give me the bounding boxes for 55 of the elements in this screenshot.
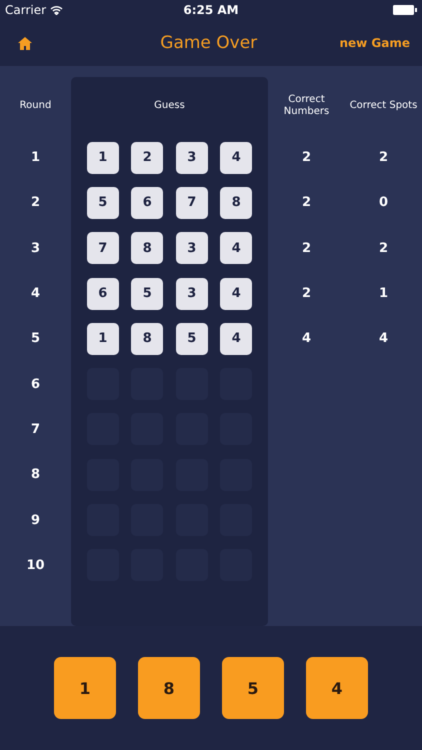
screen-title: Game Over [160, 33, 258, 53]
answer-tile: 5 [222, 657, 284, 719]
carrier-label: Carrier [5, 3, 46, 17]
round-number: 10 [26, 558, 45, 573]
round-number: 1 [30, 150, 40, 166]
home-icon[interactable] [18, 36, 32, 50]
guess-tile: 4 [220, 232, 252, 264]
round-number: 3 [30, 240, 40, 256]
column-header: Correct Numbers [282, 94, 330, 118]
guess-tile: 5 [176, 322, 208, 355]
guess-tile: 7 [176, 186, 208, 219]
guess-tile: 5 [131, 278, 164, 310]
answer-tile: 1 [54, 657, 116, 719]
column-header: Correct Spots [350, 100, 418, 112]
guess-tile: 5 [86, 186, 119, 219]
new-game-button[interactable]: new Game [339, 36, 410, 50]
guess-tile: 6 [131, 186, 164, 219]
round-number: 5 [30, 331, 40, 346]
round-number: 4 [30, 286, 40, 302]
correct-spots-count: 4 [378, 331, 388, 346]
guess-tile: 1 [86, 142, 119, 174]
correct-numbers-count: 2 [302, 195, 312, 210]
correct-spots-count: 2 [378, 240, 388, 256]
correct-spots-count: 2 [378, 150, 388, 166]
guess-tile: 6 [86, 278, 119, 310]
answer-tile: 8 [138, 657, 200, 719]
wifi-icon [50, 5, 64, 15]
correct-numbers-count: 2 [302, 150, 312, 166]
guess-tile: 8 [220, 186, 252, 219]
correct-spots-count: 0 [378, 195, 388, 210]
status-time: 6:25 AM [183, 3, 239, 17]
guess-tile: 8 [131, 232, 164, 264]
column-header: Guess [154, 100, 185, 112]
guess-tile: 8 [131, 322, 164, 355]
guess-tile: 4 [220, 142, 252, 174]
round-number: 6 [30, 376, 40, 392]
correct-numbers-count: 2 [302, 240, 312, 256]
guess-tile: 4 [220, 322, 252, 355]
correct-spots-count: 1 [378, 286, 388, 302]
round-number: 2 [30, 195, 40, 210]
guess-tile: 3 [176, 142, 208, 174]
correct-numbers-count: 4 [302, 331, 312, 346]
guess-tile: 2 [131, 142, 164, 174]
round-number: 7 [30, 422, 40, 437]
guess-tile: 3 [176, 278, 208, 310]
correct-numbers-count: 2 [302, 286, 312, 302]
guess-tile: 7 [86, 232, 119, 264]
battery-icon [393, 5, 417, 15]
round-number: 8 [30, 467, 40, 482]
guess-tile: 1 [86, 322, 119, 355]
round-number: 9 [30, 512, 40, 528]
guess-tile: 3 [176, 232, 208, 264]
guess-tile: 4 [220, 278, 252, 310]
answer-tile: 4 [306, 657, 368, 719]
column-header: Round [20, 100, 52, 112]
